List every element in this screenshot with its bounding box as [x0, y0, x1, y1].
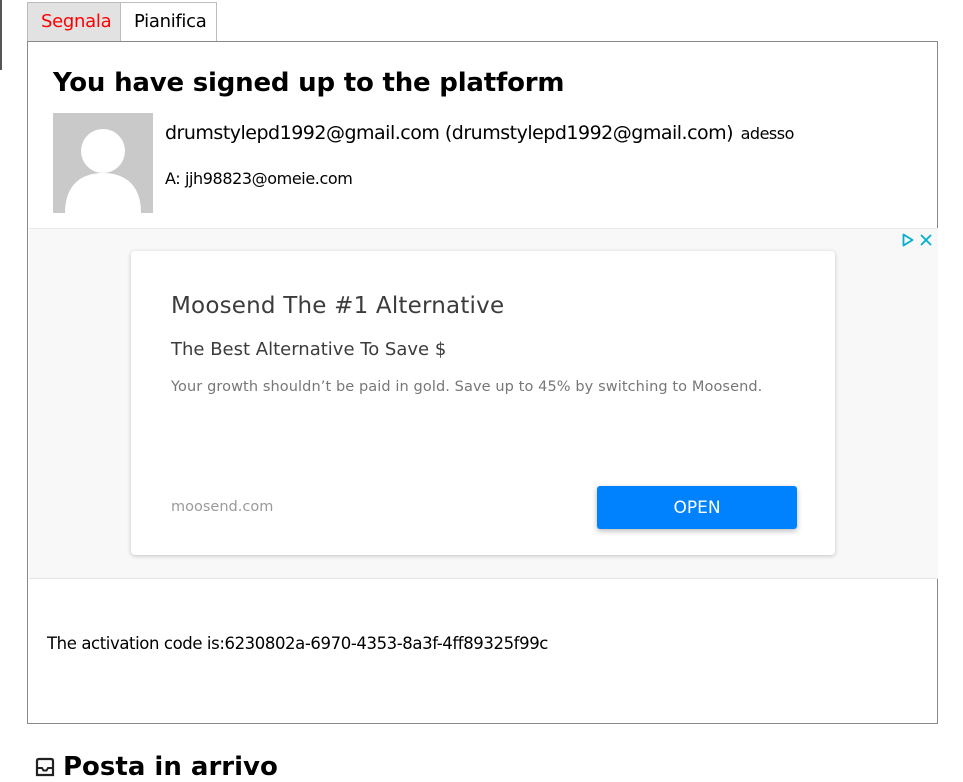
inbox-heading-label: Posta in arrivo [63, 752, 278, 782]
sent-time: adesso [740, 124, 795, 143]
ad-title[interactable]: Moosend The #1 Alternative [171, 293, 504, 319]
window-edge [0, 0, 2, 70]
ad-open-button[interactable]: OPEN [597, 486, 797, 529]
ad-description: Your growth shouldn’t be paid in gold. S… [171, 379, 763, 395]
ad-banner: Moosend The #1 Alternative The Best Alte… [29, 228, 938, 579]
inbox-icon [35, 757, 55, 777]
close-icon[interactable] [918, 232, 934, 248]
activation-code-text: The activation code is:6230802a-6970-435… [47, 634, 548, 653]
ad-card[interactable]: Moosend The #1 Alternative The Best Alte… [131, 251, 835, 555]
ad-controls [900, 232, 934, 248]
avatar [53, 113, 153, 213]
email-subject: You have signed up to the platform [53, 68, 565, 98]
email-panel: You have signed up to the platform drums… [27, 41, 938, 724]
ad-domain[interactable]: moosend.com [171, 499, 273, 515]
tab-segnala[interactable]: Segnala [27, 2, 121, 42]
recipient-line: A: jjh98823@omeie.com [165, 169, 353, 188]
adchoices-icon[interactable] [900, 232, 916, 248]
sender-line: drumstylepd1992@gmail.com (drumstylepd19… [165, 122, 794, 144]
person-icon [53, 113, 153, 213]
sender-address[interactable]: drumstylepd1992@gmail.com (drumstylepd19… [165, 122, 734, 144]
tab-bar: Segnala Pianifica [27, 2, 217, 42]
ad-subtitle: The Best Alternative To Save $ [171, 339, 447, 360]
inbox-heading: Posta in arrivo [33, 752, 278, 782]
tab-pianifica[interactable]: Pianifica [121, 2, 217, 42]
